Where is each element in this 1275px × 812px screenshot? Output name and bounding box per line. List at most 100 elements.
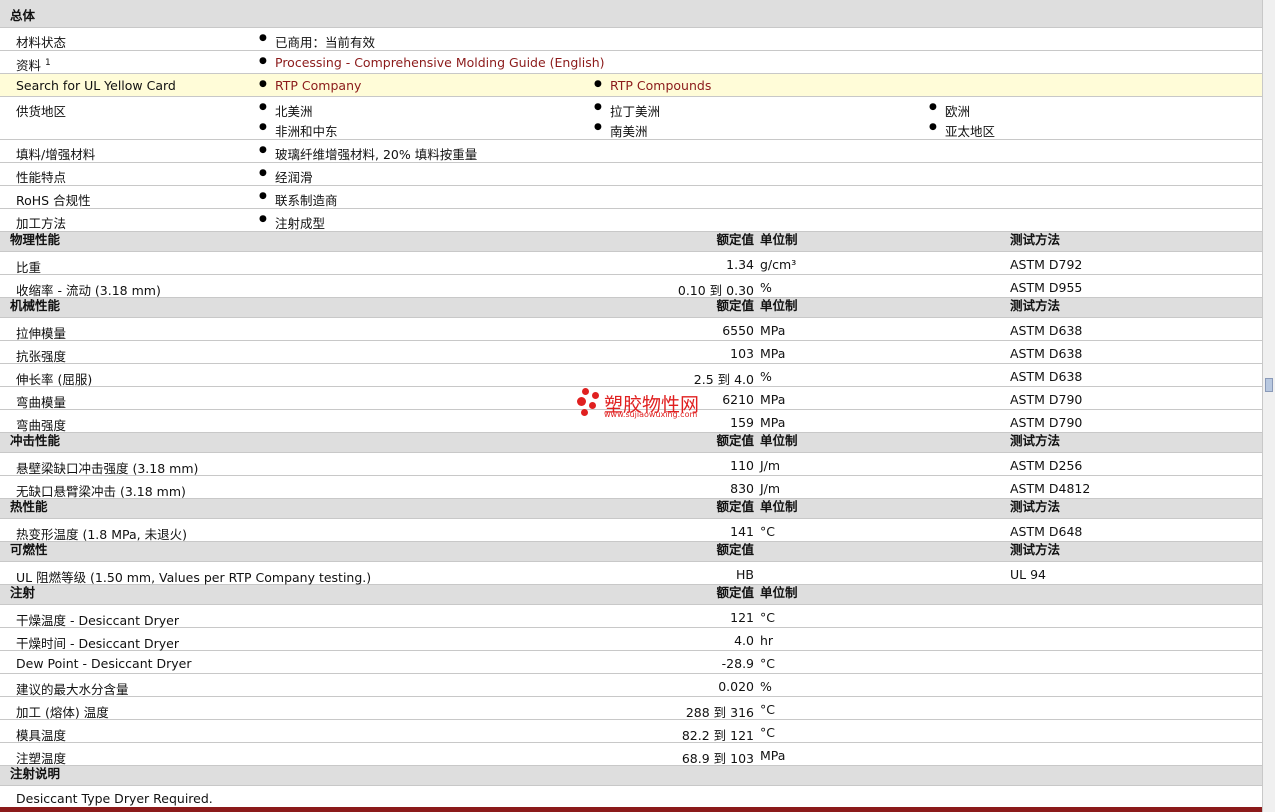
property-value: 159 (730, 415, 754, 430)
property-unit: % (760, 369, 772, 384)
property-unit: MPa (760, 346, 786, 361)
method-header: 测试方法 (1010, 232, 1061, 247)
process-value: 注射成型 (259, 213, 325, 232)
section-title: 注射 (10, 585, 36, 600)
value-header: 额定值 (716, 499, 754, 514)
row-filler: 填料/增强材料 玻璃纤维增强材料, 20% 填料按重量 (0, 140, 1262, 163)
property-unit: °C (760, 524, 775, 539)
test-method: ASTM D792 (1010, 257, 1083, 272)
feature-value: 经润滑 (259, 167, 312, 186)
value-header: 额定值 (716, 542, 754, 557)
test-method: ASTM D638 (1010, 323, 1083, 338)
region-item: 欧洲 (929, 101, 970, 120)
property-row: 模具温度 82.2 到 121 °C (0, 720, 1262, 743)
property-name: 比重 (16, 260, 42, 275)
method-header: 测试方法 (1010, 499, 1061, 514)
section-header-injection: 注射 额定值 单位制 (0, 585, 1262, 605)
property-value: 1.34 (726, 257, 754, 272)
row-label: 性能特点 (16, 170, 67, 185)
property-value: 6210 (722, 392, 754, 407)
test-method: ASTM D790 (1010, 415, 1083, 430)
row-label: 资料 1 (16, 57, 51, 73)
property-row: 加工 (熔体) 温度 288 到 316 °C (0, 697, 1262, 720)
property-value: HB (736, 567, 754, 582)
property-row: 热变形温度 (1.8 MPa, 未退火) 141 °C ASTM D648 (0, 519, 1262, 542)
section-header-injection-notes: 注射说明 (0, 766, 1262, 786)
property-value: 4.0 (734, 633, 754, 648)
unit-header: 单位制 (760, 499, 798, 514)
property-unit: % (760, 280, 772, 295)
section-title: 冲击性能 (10, 433, 61, 448)
processing-guide-link[interactable]: Processing - Comprehensive Molding Guide… (259, 55, 605, 70)
property-name: 弯曲模量 (16, 395, 67, 410)
scrollbar-thumb[interactable] (1265, 378, 1273, 392)
property-name: 加工 (熔体) 温度 (16, 705, 109, 720)
property-unit: MPa (760, 415, 786, 430)
region-item: 拉丁美洲 (594, 101, 660, 120)
section-header-thermal: 热性能 额定值 单位制 测试方法 (0, 499, 1262, 519)
section-title: 可燃性 (10, 542, 48, 557)
property-name: 干燥时间 - Desiccant Dryer (16, 636, 179, 651)
property-row: UL 阻燃等级 (1.50 mm, Values per RTP Company… (0, 562, 1262, 585)
test-method: ASTM D790 (1010, 392, 1083, 407)
section-title: 总体 (10, 8, 36, 23)
rohs-value: 联系制造商 (259, 190, 337, 209)
property-name: 悬壁梁缺口冲击强度 (3.18 mm) (16, 461, 199, 476)
property-name: UL 阻燃等级 (1.50 mm, Values per RTP Company… (16, 570, 372, 585)
property-name: 抗张强度 (16, 349, 67, 364)
unit-header: 单位制 (760, 232, 798, 247)
property-value: 0.020 (718, 679, 754, 694)
test-method: ASTM D4812 (1010, 481, 1091, 496)
property-unit: °C (760, 610, 775, 625)
property-unit: °C (760, 702, 775, 717)
test-method: ASTM D256 (1010, 458, 1083, 473)
test-method: UL 94 (1010, 567, 1046, 582)
property-unit: J/m (760, 481, 781, 496)
property-row: 收缩率 - 流动 (3.18 mm) 0.10 到 0.30% ASTM D955 (0, 275, 1262, 298)
unit-header: 单位制 (760, 585, 798, 600)
property-unit: MPa (760, 392, 786, 407)
property-value: 830 (730, 481, 754, 496)
section-header-general: 总体 (0, 0, 1262, 28)
section-header-impact: 冲击性能 额定值 单位制 测试方法 (0, 433, 1262, 453)
method-header: 测试方法 (1010, 542, 1061, 557)
property-row: 注塑温度 68.9 到 103 MPa (0, 743, 1262, 766)
bottom-bar (0, 807, 1262, 812)
row-documents: 资料 1 Processing - Comprehensive Molding … (0, 51, 1262, 74)
method-header: 测试方法 (1010, 433, 1061, 448)
test-method: ASTM D638 (1010, 369, 1083, 384)
property-name: 干燥温度 - Desiccant Dryer (16, 613, 179, 628)
row-features: 性能特点 经润滑 (0, 163, 1262, 186)
filler-value: 玻璃纤维增强材料, 20% 填料按重量 (259, 144, 477, 163)
property-unit: MPa (760, 748, 786, 763)
rtp-company-link[interactable]: RTP Company (259, 78, 361, 93)
value-header: 额定值 (716, 298, 754, 313)
value-header: 额定值 (716, 585, 754, 600)
region-item: 亚太地区 (929, 121, 995, 140)
injection-note-row: Desiccant Type Dryer Required. (0, 786, 1262, 809)
property-unit: °C (760, 725, 775, 740)
property-value: 288 到 316 (685, 705, 754, 720)
row-label: 填料/增强材料 (16, 147, 96, 162)
section-title: 机械性能 (10, 298, 61, 313)
property-unit: g/cm³ (760, 257, 797, 272)
property-name: 拉伸模量 (16, 326, 67, 341)
property-row: 比重 1.34 g/cm³ ASTM D792 (0, 252, 1262, 275)
rtp-compounds-link[interactable]: RTP Compounds (594, 78, 711, 93)
row-ul-yellow-card: Search for UL Yellow Card RTP Company RT… (0, 74, 1262, 97)
property-value: 110 (730, 458, 754, 473)
row-label: Search for UL Yellow Card (16, 78, 176, 93)
region-item: 北美洲 (259, 101, 312, 120)
vertical-scrollbar[interactable] (1262, 0, 1275, 812)
property-unit: hr (760, 633, 774, 648)
property-unit: MPa (760, 323, 786, 338)
test-method: ASTM D638 (1010, 346, 1083, 361)
test-method: ASTM D955 (1010, 280, 1083, 295)
property-row: 悬壁梁缺口冲击强度 (3.18 mm) 110 J/m ASTM D256 (0, 453, 1262, 476)
unit-header: 单位制 (760, 433, 798, 448)
property-value: 121 (730, 610, 754, 625)
value-header: 额定值 (716, 433, 754, 448)
property-row: 拉伸模量 6550 MPa ASTM D638 (0, 318, 1262, 341)
section-header-physical: 物理性能 额定值 单位制 测试方法 (0, 232, 1262, 252)
property-value: 6550 (722, 323, 754, 338)
